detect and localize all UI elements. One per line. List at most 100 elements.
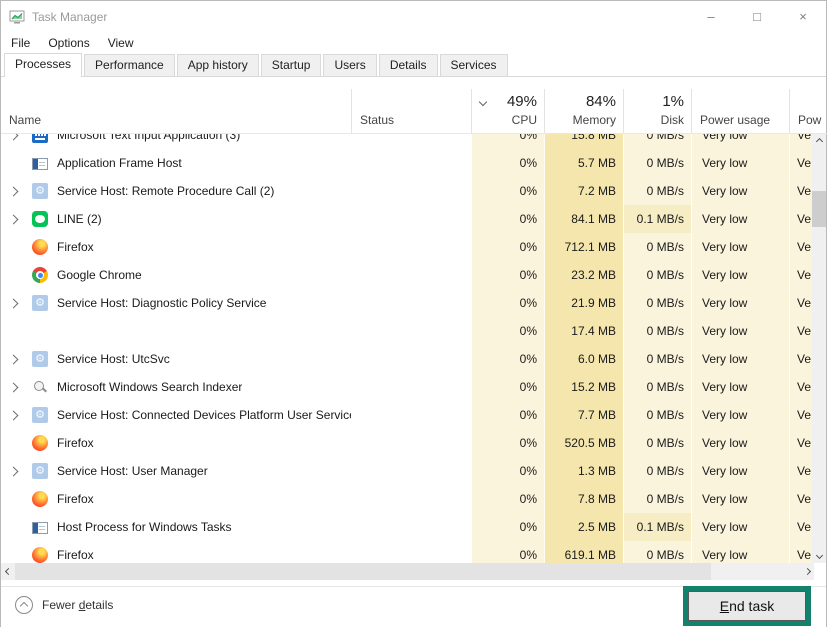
memory-cell: 15.8 MB xyxy=(544,134,623,149)
process-name-cell: Service Host: User Manager xyxy=(1,457,351,485)
power-trend-cell: Ve xyxy=(789,261,814,289)
process-row[interactable]: LINE (2) 0% 84.1 MB 0.1 MB/s Very low Ve xyxy=(1,205,814,233)
process-row[interactable]: Service Host: Connected Devices Platform… xyxy=(1,401,814,429)
cpu-cell: 0% xyxy=(471,429,544,457)
chevron-down-icon xyxy=(815,552,822,559)
scroll-right-button[interactable] xyxy=(800,563,814,580)
footer-bar: Fewer details End task xyxy=(1,586,826,627)
process-row[interactable]: Service Host: Diagnostic Policy Service … xyxy=(1,289,814,317)
tab-startup[interactable]: Startup xyxy=(261,54,322,76)
process-row[interactable]: Service Host: UtcSvc 0% 6.0 MB 0 MB/s Ve… xyxy=(1,345,814,373)
status-cell xyxy=(351,401,471,429)
process-name-cell: Firefox xyxy=(1,541,351,563)
tab-app-history[interactable]: App history xyxy=(177,54,259,76)
process-name: Microsoft Windows Search Indexer xyxy=(57,380,242,394)
fewer-details-toggle[interactable]: Fewer details xyxy=(15,596,113,614)
process-row[interactable]: Service Host: User Manager 0% 1.3 MB 0 M… xyxy=(1,457,814,485)
column-headers: Name Status 49% CPU 84% Memory 1% Disk P… xyxy=(1,89,827,134)
disk-cell: 0 MB/s xyxy=(623,345,691,373)
column-header-name[interactable]: Name xyxy=(1,89,351,133)
expand-chevron-icon[interactable] xyxy=(9,382,19,392)
window-icon xyxy=(32,522,48,534)
power-usage-cell: Very low xyxy=(691,401,789,429)
menu-file[interactable]: File xyxy=(2,34,39,52)
expand-chevron-icon[interactable] xyxy=(9,134,19,140)
horizontal-scrollbar[interactable] xyxy=(1,563,814,580)
power-usage-cell: Very low xyxy=(691,317,789,345)
power-usage-cell: Very low xyxy=(691,289,789,317)
expand-chevron-icon[interactable] xyxy=(9,354,19,364)
tab-users[interactable]: Users xyxy=(323,54,376,76)
power-trend-cell: Ve xyxy=(789,134,814,149)
expand-chevron-icon[interactable] xyxy=(9,466,19,476)
column-header-power-trend[interactable]: Pow xyxy=(789,89,827,133)
process-name: Host Process for Windows Tasks xyxy=(57,520,232,534)
tab-services[interactable]: Services xyxy=(440,54,508,76)
menu-options[interactable]: Options xyxy=(39,34,98,52)
tab-performance[interactable]: Performance xyxy=(84,54,175,76)
horizontal-scrollbar-thumb[interactable] xyxy=(15,563,711,580)
menu-view[interactable]: View xyxy=(99,34,143,52)
tab-details[interactable]: Details xyxy=(379,54,438,76)
disk-cell: 0 MB/s xyxy=(623,429,691,457)
firefox-icon xyxy=(32,435,48,451)
status-cell xyxy=(351,457,471,485)
expand-chevron-icon[interactable] xyxy=(9,214,19,224)
cpu-cell: 0% xyxy=(471,485,544,513)
maximize-button[interactable]: □ xyxy=(734,1,780,32)
line-icon xyxy=(32,211,48,227)
process-name-cell: Microsoft Text Input Application (3) xyxy=(1,134,351,149)
column-header-memory[interactable]: 84% Memory xyxy=(544,89,623,133)
expand-chevron-icon[interactable] xyxy=(9,410,19,420)
scroll-down-button[interactable] xyxy=(812,548,826,563)
minimize-button[interactable]: – xyxy=(688,1,734,32)
status-cell xyxy=(351,177,471,205)
memory-cell: 7.8 MB xyxy=(544,485,623,513)
process-row[interactable]: Service Host: Remote Procedure Call (2) … xyxy=(1,177,814,205)
process-name: Application Frame Host xyxy=(57,156,182,170)
process-row[interactable]: Application Frame Host 0% 5.7 MB 0 MB/s … xyxy=(1,149,814,177)
vertical-scrollbar-thumb[interactable] xyxy=(812,191,826,227)
end-task-button[interactable]: End task xyxy=(688,591,806,621)
expand-chevron-icon[interactable] xyxy=(9,298,19,308)
scroll-left-button[interactable] xyxy=(1,563,15,580)
search-icon xyxy=(32,379,48,395)
memory-cell: 84.1 MB xyxy=(544,205,623,233)
status-cell xyxy=(351,373,471,401)
power-usage-cell: Very low xyxy=(691,134,789,149)
disk-cell: 0 MB/s xyxy=(623,457,691,485)
status-cell xyxy=(351,149,471,177)
process-row[interactable]: Firefox 0% 712.1 MB 0 MB/s Very low Ve xyxy=(1,233,814,261)
close-button[interactable]: × xyxy=(780,1,826,32)
column-header-power-usage[interactable]: Power usage xyxy=(691,89,789,133)
column-header-disk[interactable]: 1% Disk xyxy=(623,89,691,133)
memory-cell: 619.1 MB xyxy=(544,541,623,563)
scroll-up-button[interactable] xyxy=(812,134,826,149)
process-name-cell: Microsoft Windows Search Indexer xyxy=(1,373,351,401)
memory-cell: 7.2 MB xyxy=(544,177,623,205)
expand-chevron-icon[interactable] xyxy=(9,186,19,196)
process-row[interactable]: Firefox 0% 619.1 MB 0 MB/s Very low Ve xyxy=(1,541,814,563)
memory-cell: 23.2 MB xyxy=(544,261,623,289)
gear-icon xyxy=(32,407,48,423)
process-row[interactable]: Firefox 0% 7.8 MB 0 MB/s Very low Ve xyxy=(1,485,814,513)
process-row[interactable]: Microsoft Windows Search Indexer 0% 15.2… xyxy=(1,373,814,401)
disk-cell: 0 MB/s xyxy=(623,373,691,401)
process-name-cell: Host Process for Windows Tasks xyxy=(1,513,351,541)
process-row[interactable]: 0% 17.4 MB 0 MB/s Very low Ve xyxy=(1,317,814,345)
power-trend-cell: Ve xyxy=(789,401,814,429)
column-header-status[interactable]: Status xyxy=(351,89,471,133)
vertical-scrollbar[interactable] xyxy=(812,134,826,563)
memory-cell: 1.3 MB xyxy=(544,457,623,485)
end-task-highlight-box: End task xyxy=(683,586,811,626)
power-trend-cell: Ve xyxy=(789,513,814,541)
process-row[interactable]: Firefox 0% 520.5 MB 0 MB/s Very low Ve xyxy=(1,429,814,457)
tab-processes[interactable]: Processes xyxy=(4,53,82,77)
process-row[interactable]: Google Chrome 0% 23.2 MB 0 MB/s Very low… xyxy=(1,261,814,289)
cpu-cell: 0% xyxy=(471,134,544,149)
process-row[interactable]: Microsoft Text Input Application (3) 0% … xyxy=(1,134,814,149)
fewer-details-label: Fewer details xyxy=(42,598,113,612)
status-cell xyxy=(351,289,471,317)
process-row[interactable]: Host Process for Windows Tasks 0% 2.5 MB… xyxy=(1,513,814,541)
column-header-cpu[interactable]: 49% CPU xyxy=(471,89,544,133)
